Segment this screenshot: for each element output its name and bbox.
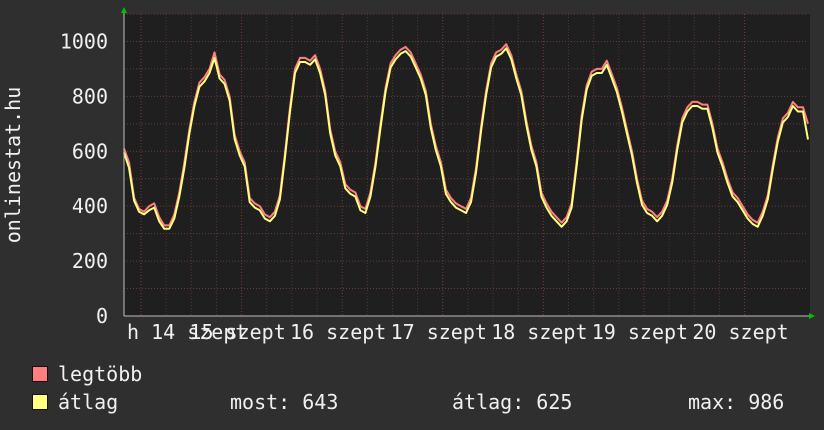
stat-now: most: 643 (230, 390, 339, 414)
x-axis-ticks: h 14 szept15 szept 16 szept 17 szept 18 sze… (127, 320, 789, 344)
y-tick-label: 1000 (60, 29, 108, 53)
stat-avg: átlag: 625 (452, 390, 573, 414)
y-axis-label: onlinestat.hu (1, 87, 25, 244)
y-axis-arrow (121, 7, 127, 13)
y-tick-label: 800 (72, 84, 108, 108)
x-tick-label: 19 szept (592, 320, 688, 344)
x-tick-label: 20 szept (692, 320, 788, 344)
legend-label-max: legtöbb (58, 362, 143, 386)
x-tick-label: 16 szept (290, 320, 386, 344)
plot-area (124, 14, 810, 316)
x-tick-label: 17 szept (391, 320, 487, 344)
x-axis-arrow (809, 313, 815, 319)
x-tick-label: 15 szept (189, 320, 285, 344)
y-axis-ticks: 0 200 400 600 800 1000 (60, 29, 108, 328)
legend-label-avg: átlag (58, 390, 119, 414)
line-chart: 0 200 400 600 800 1000 h 14 szept15 szept 16 s… (1, 7, 815, 344)
x-tick-label: 18 szept (491, 320, 587, 344)
y-tick-label: 200 (72, 249, 108, 273)
y-tick-label: 600 (72, 139, 108, 163)
legend-swatch-avg (32, 394, 48, 410)
y-tick-label: 400 (72, 194, 108, 218)
legend-swatch-max (32, 366, 48, 382)
stat-max: max: 986 (688, 390, 785, 414)
y-tick-label: 0 (96, 304, 108, 328)
